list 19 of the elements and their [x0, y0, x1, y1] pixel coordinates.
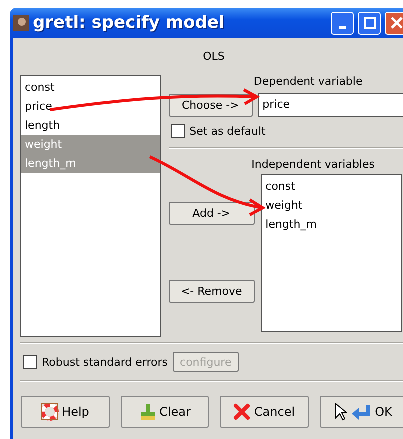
add-button[interactable]: Add ->	[168, 202, 255, 225]
cancel-button[interactable]: Cancel	[220, 396, 308, 428]
independent-item[interactable]: length_m	[262, 215, 401, 234]
variable-item[interactable]: price	[21, 97, 160, 116]
robust-label: Robust standard errors	[42, 356, 168, 368]
independent-item[interactable]: const	[262, 177, 401, 196]
remove-button[interactable]: <- Remove	[168, 280, 255, 303]
help-button[interactable]: Help	[21, 396, 110, 428]
variable-item[interactable]: const	[21, 78, 160, 97]
dependent-field[interactable]: price	[258, 93, 403, 117]
ok-button[interactable]: OK	[320, 396, 403, 428]
variable-item[interactable]: length	[21, 116, 160, 135]
window-title: gretl: specify model	[33, 13, 226, 33]
independent-label: Independent variables	[250, 158, 376, 171]
dependent-label: Dependent variable	[252, 75, 364, 88]
set-default-label: Set as default	[190, 124, 266, 138]
clear-button[interactable]: Clear	[120, 396, 209, 428]
independent-item[interactable]: weight	[262, 196, 401, 215]
estimator-label: OLS	[202, 49, 226, 65]
